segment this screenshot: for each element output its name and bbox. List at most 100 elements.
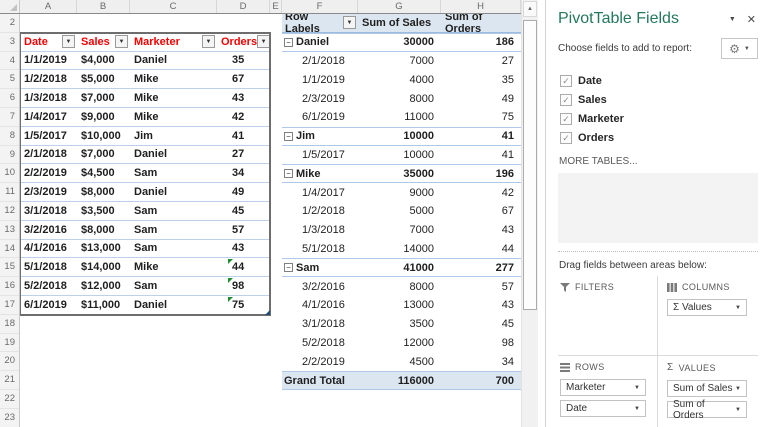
pivot-sales-cell[interactable]: 7000 [358, 55, 441, 67]
cell-date[interactable]: 1/5/2017 [20, 127, 77, 145]
column-header-f[interactable]: F [282, 0, 358, 13]
cell-marketer[interactable]: Jim [130, 127, 217, 145]
pivot-label-cell[interactable]: − Mike [282, 165, 358, 182]
cell-marketer[interactable]: Sam [130, 202, 217, 220]
sheet-cells[interactable]: Date ▼ Sales ▼ Marketer ▼ Orders ▼ 1/1/2019 $4,00… [20, 14, 521, 427]
column-header-b[interactable]: B [77, 0, 130, 13]
select-all-corner[interactable] [0, 0, 20, 13]
cell-orders[interactable]: 43 [217, 89, 270, 107]
cell-date[interactable]: 1/2/2018 [20, 70, 77, 88]
field-item-date[interactable]: ✓ Date [558, 71, 758, 90]
pivot-label-cell[interactable]: 1/1/2019 [282, 70, 358, 89]
row-header-12[interactable]: 12 [0, 202, 19, 221]
row-header-21[interactable]: 21 [0, 371, 19, 390]
more-tables-link[interactable]: MORE TABLES... [559, 156, 758, 167]
values-area[interactable]: Σ VALUES Sum of Sales ▼ Sum of Orders ▼ [658, 356, 758, 427]
row-header-4[interactable]: 4 [0, 52, 19, 71]
pivot-label-cell[interactable]: 2/2/2019 [282, 352, 358, 371]
pivot-label-cell[interactable]: − Sam [282, 259, 358, 276]
pivot-orders-cell[interactable]: 34 [441, 356, 521, 368]
cell-date[interactable]: 2/1/2018 [20, 146, 77, 164]
row-header-14[interactable]: 14 [0, 240, 19, 259]
row-header-16[interactable]: 16 [0, 277, 19, 296]
cell-orders[interactable]: 35 [217, 52, 270, 70]
pivot-label-cell[interactable]: 5/1/2018 [282, 240, 358, 259]
row-header-20[interactable]: 20 [0, 352, 19, 372]
cell-date[interactable]: 1/4/2017 [20, 108, 77, 126]
pivot-sales-cell[interactable]: 13000 [358, 299, 441, 311]
scrollbar-thumb[interactable] [523, 20, 537, 310]
pivot-sales-cell[interactable]: 4000 [358, 74, 441, 86]
cell-date[interactable]: 5/2/2018 [20, 277, 77, 295]
cell-orders[interactable]: 75 [217, 296, 270, 314]
cell-date[interactable]: 2/3/2019 [20, 183, 77, 201]
pivot-label-cell[interactable]: 2/3/2019 [282, 89, 358, 108]
area-pill-sum-of-orders[interactable]: Sum of Orders ▼ [667, 399, 747, 421]
pivot-sales-cell[interactable]: 116000 [358, 375, 441, 387]
row-header-7[interactable]: 7 [0, 108, 19, 127]
pivot-orders-cell[interactable]: 42 [441, 187, 521, 199]
filter-dropdown-button[interactable]: ▼ [115, 35, 128, 49]
row-header-8[interactable]: 8 [0, 127, 19, 146]
cell-marketer[interactable]: Mike [130, 89, 217, 107]
cell-orders[interactable]: 41 [217, 127, 270, 145]
pivot-sales-cell[interactable]: 11000 [358, 111, 441, 123]
cell-marketer[interactable]: Daniel [130, 146, 217, 164]
cell-sales[interactable]: $7,000 [77, 89, 130, 107]
cell-sales[interactable]: $4,500 [77, 164, 130, 182]
scroll-up-icon[interactable]: ▲ [523, 1, 537, 17]
row-header-22[interactable]: 22 [0, 390, 19, 409]
field-item-orders[interactable]: ✓ Orders [558, 128, 758, 147]
pivot-orders-cell[interactable]: 75 [441, 111, 521, 123]
column-header-a[interactable]: A [20, 0, 77, 13]
cell-sales[interactable]: $9,000 [77, 108, 130, 126]
pivot-sales-cell[interactable]: 14000 [358, 243, 441, 255]
cell-marketer[interactable]: Sam [130, 240, 217, 258]
table-resize-handle[interactable] [265, 309, 270, 315]
column-header-g[interactable]: G [358, 0, 441, 13]
row-header-10[interactable]: 10 [0, 164, 19, 184]
filter-dropdown-button[interactable]: ▼ [257, 35, 271, 49]
pivot-label-cell[interactable]: 6/1/2019 [282, 108, 358, 127]
cell-orders[interactable]: 42 [217, 108, 270, 126]
filters-area[interactable]: FILTERS [558, 276, 658, 356]
row-header-17[interactable]: 17 [0, 296, 19, 315]
pivot-label-cell[interactable]: 1/3/2018 [282, 221, 358, 240]
pivot-label-cell[interactable]: 3/2/2016 [282, 277, 358, 296]
area-pill-date[interactable]: Date ▼ [560, 400, 646, 417]
column-header-c[interactable]: C [130, 0, 217, 13]
filter-dropdown-button[interactable]: ▼ [202, 35, 215, 49]
rows-area[interactable]: ROWS Marketer ▼ Date ▼ [558, 356, 658, 427]
cell-marketer[interactable]: Mike [130, 108, 217, 126]
cell-marketer[interactable]: Daniel [130, 296, 217, 314]
row-header-9[interactable]: 9 [0, 146, 19, 165]
area-pill-marketer[interactable]: Marketer ▼ [560, 379, 646, 396]
pivot-sales-cell[interactable]: 3500 [358, 318, 441, 330]
row-header-19[interactable]: 19 [0, 334, 19, 353]
column-header-e[interactable]: E [270, 0, 282, 13]
pivot-orders-cell[interactable]: 186 [441, 36, 521, 48]
pivot-sales-cell[interactable]: 10000 [358, 130, 441, 142]
vertical-scrollbar[interactable]: ▲ [521, 0, 538, 427]
cell-sales[interactable]: $10,000 [77, 127, 130, 145]
cell-date[interactable]: 1/1/2019 [20, 52, 77, 70]
pivot-orders-cell[interactable]: 41 [441, 149, 521, 161]
cell-sales[interactable]: $8,000 [77, 221, 130, 239]
cell-sales[interactable]: $14,000 [77, 258, 130, 276]
cell-marketer[interactable]: Mike [130, 258, 217, 276]
collapse-icon[interactable]: − [284, 37, 293, 47]
cell-orders[interactable]: 34 [217, 164, 270, 182]
pivot-orders-cell[interactable]: 35 [441, 74, 521, 86]
pivot-label-cell[interactable]: 5/2/2018 [282, 334, 358, 353]
pivot-orders-cell[interactable]: 49 [441, 93, 521, 105]
pivot-label-cell[interactable]: Grand Total [282, 372, 358, 389]
cell-orders[interactable]: 98 [217, 277, 270, 295]
cell-date[interactable]: 6/1/2019 [20, 296, 77, 314]
tools-button[interactable]: ⚙ ▼ [721, 38, 758, 59]
pivot-sales-cell[interactable]: 8000 [358, 281, 441, 293]
row-header-15[interactable]: 15 [0, 258, 19, 278]
cell-marketer[interactable]: Sam [130, 277, 217, 295]
cell-marketer[interactable]: Daniel [130, 52, 217, 70]
cell-orders[interactable]: 44 [217, 258, 270, 276]
row-header-18[interactable]: 18 [0, 315, 19, 334]
